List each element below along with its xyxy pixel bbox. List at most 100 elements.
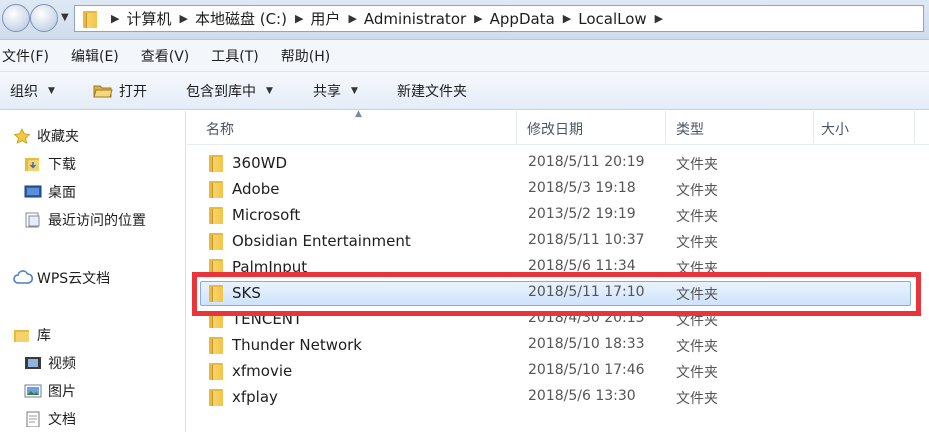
sidebar-item-libraries[interactable]: 库 xyxy=(13,325,51,345)
table-row[interactable]: 360WD 2018/5/11 20:19 文件夹 xyxy=(187,150,929,176)
organize-button[interactable]: 组织 ▼ xyxy=(10,81,55,101)
file-type: 文件夹 xyxy=(676,391,718,407)
table-row[interactable]: Thunder Network 2018/5/10 18:33 文件夹 xyxy=(187,332,929,358)
file-name: xfplay xyxy=(232,388,278,406)
file-date: 2018/5/10 18:33 xyxy=(528,336,645,352)
breadcrumb-separator-icon[interactable]: ▶ xyxy=(111,12,119,25)
sidebar-label: WPS云文档 xyxy=(37,271,111,287)
folder-icon xyxy=(209,337,223,354)
breadcrumb-users[interactable]: 用户 xyxy=(310,8,340,29)
breadcrumb-separator-icon[interactable]: ▶ xyxy=(563,12,571,25)
sidebar-label: 下载 xyxy=(48,157,76,173)
table-row[interactable]: Obsidian Entertainment 2018/5/11 10:37 文… xyxy=(187,228,929,254)
file-type: 文件夹 xyxy=(676,157,718,173)
sidebar-item-videos[interactable]: 视频 xyxy=(24,353,76,373)
file-name: Microsoft xyxy=(232,206,301,224)
sidebar-label: 文档 xyxy=(48,412,76,428)
menu-help[interactable]: 帮助(H) xyxy=(281,46,330,66)
command-bar: 组织 ▼ 打开 包含到库中 ▼ 共享 ▼ 新建文件夹 xyxy=(0,72,929,110)
file-name: Adobe xyxy=(232,180,280,198)
sidebar-label: 库 xyxy=(37,328,51,344)
share-button[interactable]: 共享 ▼ xyxy=(313,81,358,101)
file-date: 2018/5/11 20:19 xyxy=(528,154,645,170)
document-icon xyxy=(24,411,42,428)
sidebar-item-pictures[interactable]: 图片 xyxy=(24,381,76,401)
file-date: 2018/5/6 13:30 xyxy=(528,388,636,404)
column-divider[interactable] xyxy=(665,111,666,143)
menu-view[interactable]: 查看(V) xyxy=(141,46,190,66)
recent-places-icon xyxy=(24,212,42,228)
menu-file[interactable]: 文件(F) xyxy=(2,46,49,66)
file-name: Thunder Network xyxy=(232,336,362,354)
table-row[interactable]: Microsoft 2013/5/2 19:19 文件夹 xyxy=(187,202,929,228)
new-folder-button[interactable]: 新建文件夹 xyxy=(397,81,467,101)
menu-edit[interactable]: 编辑(E) xyxy=(71,46,119,66)
breadcrumb-computer[interactable]: 计算机 xyxy=(126,8,171,29)
menu-bar: 文件(F) 编辑(E) 查看(V) 工具(T) 帮助(H) xyxy=(0,40,929,72)
breadcrumb-local-disk[interactable]: 本地磁盘 (C:) xyxy=(195,8,287,29)
open-label: 打开 xyxy=(119,83,147,100)
table-row[interactable]: xfplay 2018/5/6 13:30 文件夹 xyxy=(187,384,929,410)
file-name: 360WD xyxy=(232,154,288,172)
column-divider[interactable] xyxy=(914,111,915,143)
folder-icon xyxy=(81,10,103,28)
navigation-pane: 收藏夹 下载 桌面 最近访问的位置 WPS云文档 库 视频 图片 文档 xyxy=(0,111,186,432)
sidebar-item-desktop[interactable]: 桌面 xyxy=(24,182,76,202)
chevron-down-icon: ▼ xyxy=(48,85,55,96)
menu-tools[interactable]: 工具(T) xyxy=(211,46,258,66)
include-in-library-button[interactable]: 包含到库中 ▼ xyxy=(186,81,273,101)
sidebar-item-recent-places[interactable]: 最近访问的位置 xyxy=(24,210,146,230)
sidebar-item-wps-cloud[interactable]: WPS云文档 xyxy=(13,268,110,288)
breadcrumb-separator-icon[interactable]: ▶ xyxy=(348,12,356,25)
star-icon xyxy=(13,128,31,144)
sidebar-label: 图片 xyxy=(48,384,76,400)
breadcrumb-separator-icon[interactable]: ▶ xyxy=(474,12,482,25)
sort-ascending-icon: ▲ xyxy=(355,109,362,119)
file-type: 文件夹 xyxy=(676,365,718,381)
open-button[interactable]: 打开 xyxy=(93,81,147,101)
annotation-highlight-box xyxy=(192,272,921,316)
file-date: 2018/5/11 10:37 xyxy=(528,232,645,248)
sidebar-label: 最近访问的位置 xyxy=(48,213,146,229)
chevron-down-icon: ▼ xyxy=(266,85,273,96)
back-button[interactable] xyxy=(2,4,30,32)
column-type[interactable]: 类型 xyxy=(676,119,704,139)
breadcrumb-administrator[interactable]: Administrator xyxy=(364,10,466,28)
sidebar-item-documents[interactable]: 文档 xyxy=(24,409,76,429)
breadcrumb-separator-icon[interactable]: ▶ xyxy=(655,12,663,25)
library-icon xyxy=(13,327,31,343)
file-date: 2018/5/10 17:46 xyxy=(528,362,645,378)
file-type: 文件夹 xyxy=(676,209,718,225)
cloud-icon xyxy=(13,270,34,286)
breadcrumb-appdata[interactable]: AppData xyxy=(490,10,555,28)
sidebar-item-downloads[interactable]: 下载 xyxy=(24,154,76,174)
file-name: Obsidian Entertainment xyxy=(232,232,411,250)
folder-icon xyxy=(209,363,223,380)
column-divider[interactable] xyxy=(516,111,517,143)
file-date: 2013/5/2 19:19 xyxy=(528,206,636,222)
address-bar[interactable]: ▶ 计算机 ▶ 本地磁盘 (C:) ▶ 用户 ▶ Administrator ▶… xyxy=(74,5,924,32)
new-folder-label: 新建文件夹 xyxy=(397,83,467,100)
table-row[interactable]: Adobe 2018/5/3 19:18 文件夹 xyxy=(187,176,929,202)
table-row[interactable]: xfmovie 2018/5/10 17:46 文件夹 xyxy=(187,358,929,384)
file-type: 文件夹 xyxy=(676,339,718,355)
sidebar-label: 桌面 xyxy=(48,185,76,201)
desktop-icon xyxy=(24,184,42,200)
downloads-folder-icon xyxy=(24,156,42,172)
folder-icon xyxy=(209,233,223,250)
recent-pages-dropdown-icon[interactable]: ▼ xyxy=(61,12,69,23)
breadcrumb-separator-icon[interactable]: ▶ xyxy=(295,12,303,25)
organize-label: 组织 xyxy=(10,83,38,100)
video-icon xyxy=(24,355,42,371)
column-name[interactable]: 名称 xyxy=(206,119,234,139)
sidebar-item-favorites[interactable]: 收藏夹 xyxy=(13,126,79,146)
column-divider[interactable] xyxy=(813,111,814,143)
forward-button[interactable] xyxy=(30,4,58,32)
breadcrumb-separator-icon[interactable]: ▶ xyxy=(179,12,187,25)
column-modified[interactable]: 修改日期 xyxy=(527,119,583,139)
sidebar-label: 收藏夹 xyxy=(37,129,79,145)
column-size[interactable]: 大小 xyxy=(821,119,849,139)
share-label: 共享 xyxy=(313,83,341,100)
breadcrumb-locallow[interactable]: LocalLow xyxy=(578,10,646,28)
folder-icon xyxy=(209,155,223,172)
